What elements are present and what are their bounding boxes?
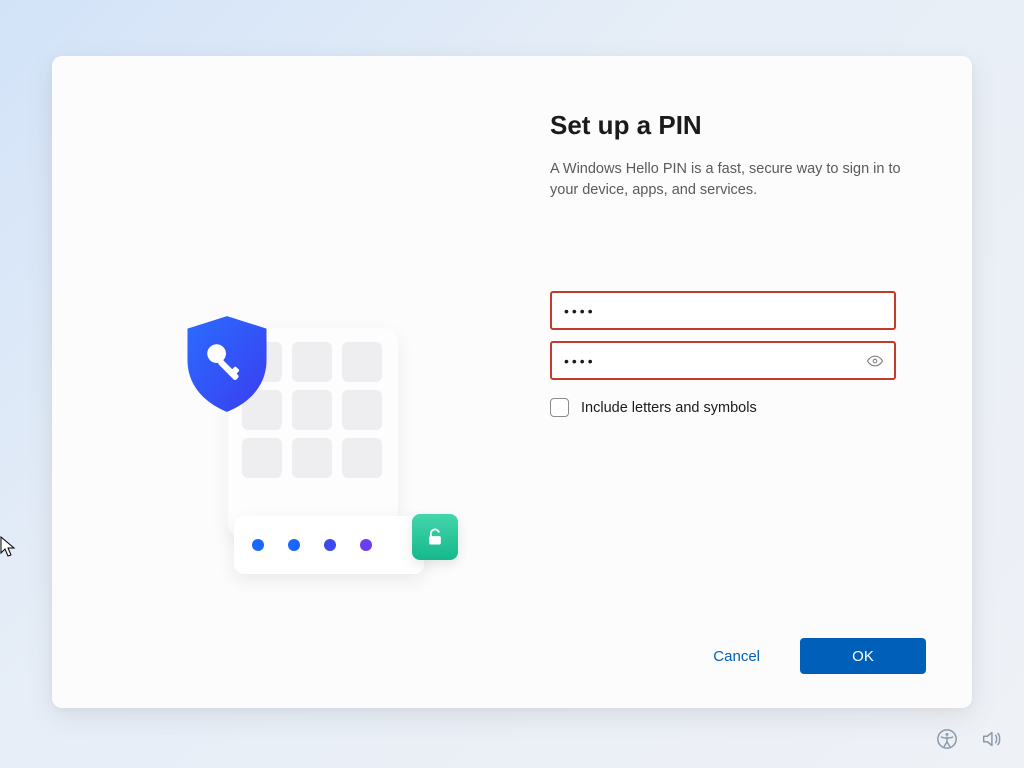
eye-reveal-icon[interactable] xyxy=(866,352,884,370)
pin-dot-icon xyxy=(288,539,300,551)
volume-icon[interactable] xyxy=(980,728,1002,750)
content-column: Set up a PIN A Windows Hello PIN is a fa… xyxy=(550,110,918,612)
pin-dot-icon xyxy=(360,539,372,551)
new-pin-input[interactable]: •••• xyxy=(550,291,896,330)
include-symbols-label: Include letters and symbols xyxy=(581,400,757,416)
page-title: Set up a PIN xyxy=(550,110,918,141)
pin-fields-group: •••• •••• xyxy=(550,291,918,380)
include-symbols-checkbox[interactable] xyxy=(550,398,569,417)
dialog-card: Set up a PIN A Windows Hello PIN is a fa… xyxy=(52,56,972,708)
pin-mask: •••• xyxy=(564,353,596,369)
dialog-body: Set up a PIN A Windows Hello PIN is a fa… xyxy=(52,56,972,612)
cancel-button[interactable]: Cancel xyxy=(699,640,774,673)
shield-key-icon xyxy=(175,312,279,416)
illustration-column xyxy=(106,110,506,612)
include-symbols-row: Include letters and symbols xyxy=(550,398,918,417)
pin-mask: •••• xyxy=(564,303,596,319)
pin-dot-icon xyxy=(252,539,264,551)
accessibility-icon[interactable] xyxy=(936,728,958,750)
ok-button[interactable]: OK xyxy=(800,638,926,674)
dialog-footer: Cancel OK xyxy=(52,612,972,708)
pin-dot-icon xyxy=(324,539,336,551)
pin-dots-strip xyxy=(234,516,424,574)
mouse-cursor-icon xyxy=(0,536,16,558)
confirm-pin-input[interactable]: •••• xyxy=(550,341,896,380)
page-subtitle: A Windows Hello PIN is a fast, secure wa… xyxy=(550,159,910,201)
unlock-icon xyxy=(412,514,458,560)
system-tray xyxy=(936,728,1002,750)
